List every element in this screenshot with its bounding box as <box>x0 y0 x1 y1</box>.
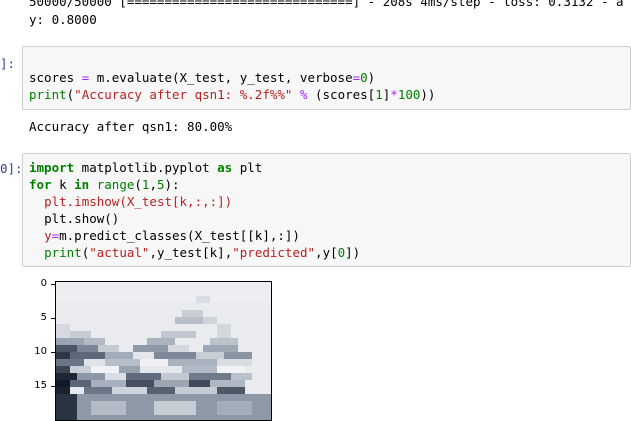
y-tick-label-10: 10 <box>34 346 47 357</box>
code-line-show: plt.show() <box>44 211 120 226</box>
accuracy-output: Accuracy after qsn1: 80.00% <box>29 119 233 134</box>
y-tick-label-15: 15 <box>34 380 47 391</box>
code-line-imshow: plt.imshow(X_test[k,:,:]) <box>44 194 233 209</box>
code-line-scores: scores = m.evaluate(X_test, y_test, verb… <box>29 70 376 85</box>
code-line-for: for k in range(1,5): <box>29 177 180 192</box>
pixelated-image <box>56 282 271 420</box>
training-accuracy-output: y: 0.8000 <box>29 12 97 27</box>
code-line-print-accuracy: print("Accuracy after qsn1: %.2f%%" % (s… <box>29 87 436 102</box>
y-tick-label-5: 5 <box>40 312 47 323</box>
y-tick-label-0: 0 <box>40 278 47 289</box>
code-line-import: import matplotlib.pyplot as plt <box>29 160 263 175</box>
code-cell-evaluate[interactable]: scores = m.evaluate(X_test, y_test, verb… <box>22 46 631 110</box>
code-line-print-prediction: print("actual",y_test[k],"predicted",y[0… <box>44 245 361 260</box>
code-cell-plot-loop[interactable]: import matplotlib.pyplot as plt for k in… <box>22 153 631 267</box>
imshow-image <box>55 281 272 421</box>
code-line-predict: y=m.predict_classes(X_test[[k],:]) <box>44 228 300 243</box>
cell2-prompt: 0]: <box>0 161 23 176</box>
cell1-prompt: ]: <box>0 56 16 71</box>
training-progress-output: 50000/50000 [===========================… <box>29 0 624 9</box>
